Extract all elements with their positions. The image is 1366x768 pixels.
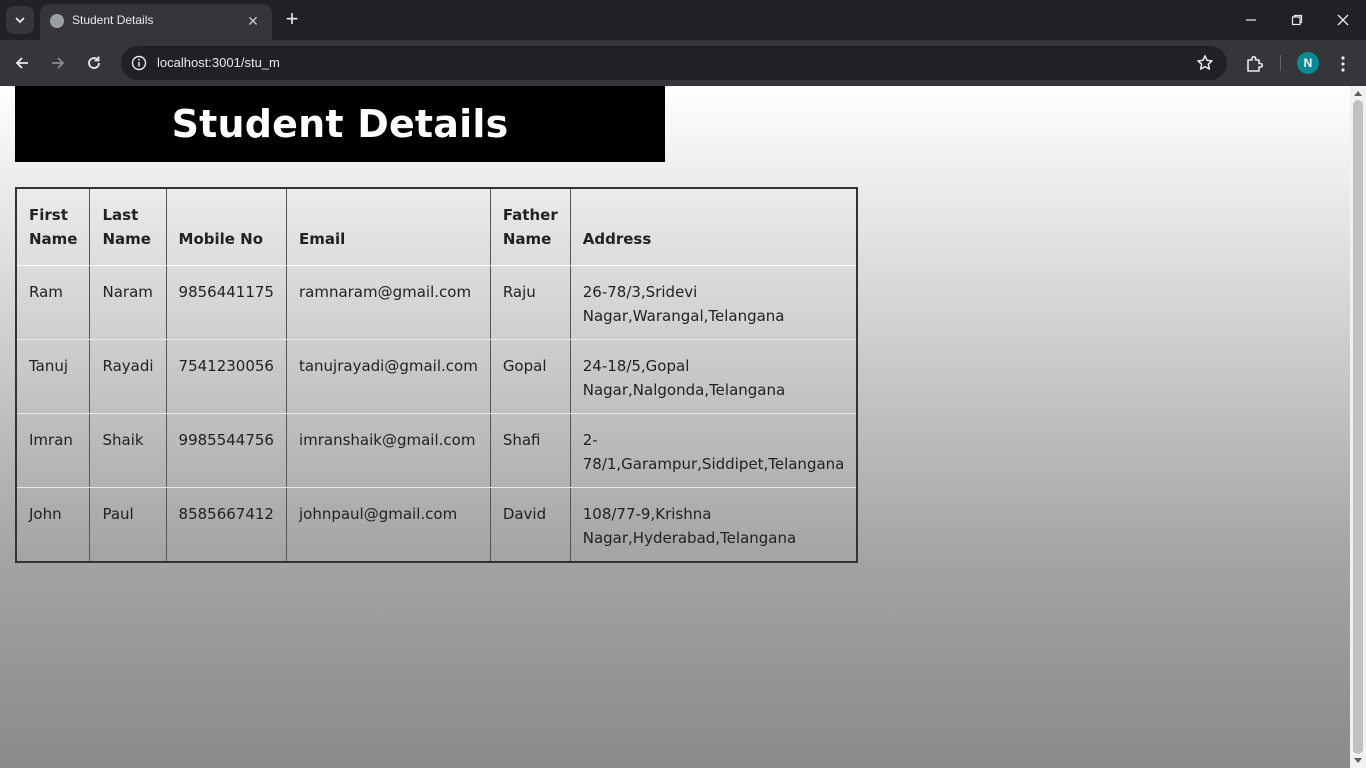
close-icon xyxy=(1337,14,1349,26)
arrow-left-icon xyxy=(15,57,28,69)
page-title: Student Details xyxy=(171,102,509,146)
cell-address: 26-78/3,Sridevi Nagar,Warangal,Telangana xyxy=(570,265,858,340)
cell-last-name: Paul xyxy=(89,487,167,562)
globe-icon xyxy=(50,14,64,28)
scroll-down-arrow-icon[interactable] xyxy=(1354,758,1362,763)
address-bar[interactable]: localhost:3001/stu_m xyxy=(121,46,1227,80)
cell-address: 108/77-9,Krishna Nagar,Hyderabad,Telanga… xyxy=(582,505,797,547)
reload-button[interactable] xyxy=(79,48,109,78)
column-header-first-name: First Name xyxy=(16,188,91,266)
column-header-father-name: Father Name xyxy=(490,188,571,266)
cell-email: tanujrayadi@gmail.com xyxy=(286,339,491,414)
table-header-row: First Name Last Name Mobile No Email Fat… xyxy=(16,188,858,266)
cell-last-name: Rayadi xyxy=(89,339,167,414)
page-header-banner: Student Details xyxy=(15,86,665,162)
scroll-up-arrow-icon[interactable] xyxy=(1354,91,1362,96)
scrollbar-thumb[interactable] xyxy=(1353,100,1363,754)
restore-icon xyxy=(1291,14,1303,26)
chevron-down-icon xyxy=(15,17,25,24)
cell-last-name: Naram xyxy=(89,265,167,340)
cell-address: 24-18/5,Gopal Nagar,Nalgonda,Telangana xyxy=(570,339,858,414)
table-row: John Paul 8585667412 johnpaul@gmail.com … xyxy=(16,487,857,562)
more-menu-icon[interactable] xyxy=(1333,52,1353,76)
restore-button[interactable] xyxy=(1282,6,1312,34)
tab-title: Student Details xyxy=(72,13,154,27)
cell-first-name: Imran xyxy=(16,413,91,488)
arrow-right-icon xyxy=(52,57,65,69)
cell-mobile: 9856441175 xyxy=(166,265,287,340)
back-button[interactable] xyxy=(7,48,37,78)
extensions-puzzle-icon[interactable] xyxy=(1242,52,1266,76)
cell-email: johnpaul@gmail.com xyxy=(286,487,491,562)
site-info-icon[interactable] xyxy=(129,53,149,73)
cell-father-name: Shafi xyxy=(490,413,571,488)
page-content: Student Details First Name Last Name Mob… xyxy=(0,86,1350,768)
students-table: First Name Last Name Mobile No Email Fat… xyxy=(15,187,859,563)
tab-close-button[interactable]: ✕ xyxy=(244,12,262,30)
cell-mobile: 8585667412 xyxy=(166,487,287,562)
cell-email: imranshaik@gmail.com xyxy=(286,413,491,488)
browser-toolbar: localhost:3001/stu_m N xyxy=(0,40,1366,86)
column-header-mobile: Mobile No xyxy=(166,188,287,266)
cell-address: 2-78/1,Garampur,Siddipet,Telangana xyxy=(570,413,858,488)
table-row: Tanuj Rayadi 7541230056 tanujrayadi@gmai… xyxy=(16,339,858,414)
reload-icon xyxy=(88,56,100,69)
table-row: Ram Naram 9856441175 ramnaram@gmail.com … xyxy=(16,265,858,340)
cell-last-name: Shaik xyxy=(89,413,167,488)
browser-tab[interactable]: Student Details ✕ xyxy=(40,4,272,40)
vertical-scrollbar[interactable] xyxy=(1350,86,1366,768)
column-header-last-name: Last Name xyxy=(89,188,167,266)
url-text[interactable]: localhost:3001/stu_m xyxy=(157,55,280,70)
cell-father-name: David xyxy=(490,487,571,562)
minimize-button[interactable] xyxy=(1236,6,1266,34)
cell-mobile: 9985544756 xyxy=(166,413,287,488)
column-header-address: Address xyxy=(570,188,858,266)
cell-email: ramnaram@gmail.com xyxy=(286,265,491,340)
close-window-button[interactable] xyxy=(1328,6,1358,34)
bookmark-star-icon[interactable] xyxy=(1195,53,1215,73)
forward-button[interactable] xyxy=(43,48,73,78)
toolbar-divider xyxy=(1280,55,1281,71)
tab-strip: Student Details ✕ + xyxy=(0,0,1366,40)
table-row: Imran Shaik 9985544756 imranshaik@gmail.… xyxy=(16,413,858,488)
cell-first-name: Tanuj xyxy=(16,339,91,414)
cell-mobile: 7541230056 xyxy=(166,339,287,414)
profile-avatar[interactable]: N xyxy=(1297,52,1319,74)
cell-first-name: John xyxy=(16,487,91,562)
cell-first-name: Ram xyxy=(16,265,91,340)
cell-father-name: Gopal xyxy=(490,339,571,414)
minimize-icon xyxy=(1246,19,1256,21)
new-tab-button[interactable]: + xyxy=(281,8,303,31)
cell-father-name: Raju xyxy=(490,265,571,340)
tab-search-button[interactable] xyxy=(6,6,34,34)
column-header-email: Email xyxy=(286,188,491,266)
